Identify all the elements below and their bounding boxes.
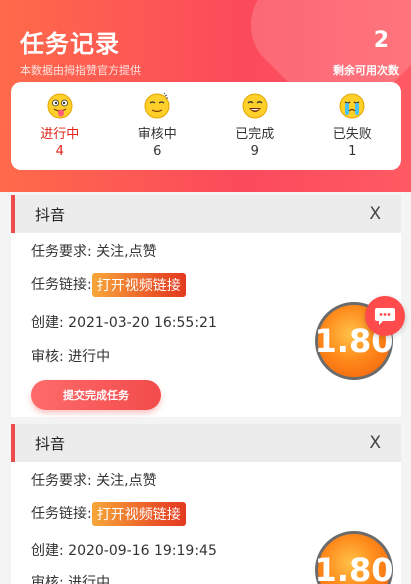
crying-emoji-icon — [339, 93, 365, 119]
task-card-header: 抖音 X — [11, 195, 401, 233]
task-link-label: 任务链接: — [31, 506, 92, 522]
tab-failed[interactable]: 已失败 1 — [312, 92, 392, 159]
tab-completed-label: 已完成 — [235, 127, 275, 142]
status-tabs: 进行中 4 审核中 6 已完成 9 已失败 1 — [11, 82, 401, 170]
tab-failed-count: 1 — [348, 144, 357, 159]
task-price-badge: 1.80 — [315, 531, 393, 584]
task-status: 审核: 进行中 — [31, 575, 111, 584]
tab-in-progress[interactable]: 进行中 4 — [20, 92, 100, 159]
tongue-emoji-icon — [47, 93, 73, 119]
grin-emoji-icon — [242, 93, 268, 119]
tab-in-progress-label: 进行中 — [40, 127, 80, 142]
remaining-count: 2 — [373, 28, 389, 53]
close-task-button[interactable]: X — [369, 433, 381, 453]
remaining-label: 剩余可用次数 — [333, 64, 399, 77]
task-card-header: 抖音 X — [11, 424, 401, 462]
task-link-row: 任务链接: 打开视频链接 — [31, 502, 186, 526]
tab-completed[interactable]: 已完成 9 — [215, 92, 295, 159]
task-requirement: 任务要求: 关注,点赞 — [31, 473, 157, 489]
task-requirement: 任务要求: 关注,点赞 — [31, 244, 157, 260]
page-title: 任务记录 — [20, 30, 120, 58]
chat-button[interactable] — [365, 296, 405, 336]
task-card: 抖音 X 任务要求: 关注,点赞 任务链接: 打开视频链接 创建: 2020-09… — [11, 424, 401, 584]
task-platform: 抖音 — [35, 434, 66, 453]
close-task-button[interactable]: X — [369, 204, 381, 224]
task-created: 创建: 2021-03-20 16:55:21 — [31, 315, 217, 331]
task-card: 抖音 X 任务要求: 关注,点赞 任务链接: 打开视频链接 创建: 2021-03… — [11, 195, 401, 417]
dizzy-emoji-icon — [144, 92, 170, 119]
chat-icon — [375, 308, 395, 325]
tab-completed-count: 9 — [250, 144, 259, 159]
tab-failed-label: 已失败 — [332, 127, 372, 142]
tab-reviewing[interactable]: 审核中 6 — [117, 92, 197, 159]
task-created: 创建: 2020-09-16 19:19:45 — [31, 543, 217, 559]
tab-reviewing-count: 6 — [153, 144, 162, 159]
task-link-label: 任务链接: — [31, 277, 92, 293]
tab-reviewing-label: 审核中 — [137, 127, 177, 142]
task-link-row: 任务链接: 打开视频链接 — [31, 273, 186, 297]
task-platform: 抖音 — [35, 205, 66, 224]
tab-in-progress-count: 4 — [55, 144, 64, 159]
task-status: 审核: 进行中 — [31, 349, 111, 365]
page-subtitle: 本数据由拇指赞官方提供 — [20, 64, 141, 77]
open-video-link-button[interactable]: 打开视频链接 — [91, 502, 186, 526]
submit-task-button[interactable]: 提交完成任务 — [31, 380, 161, 410]
open-video-link-button[interactable]: 打开视频链接 — [91, 273, 186, 297]
